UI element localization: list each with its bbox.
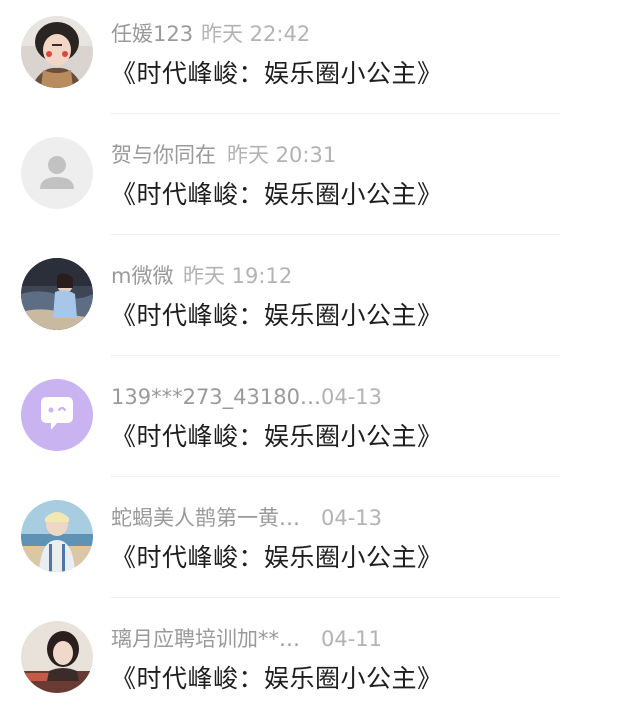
username[interactable]: m微微 bbox=[111, 262, 173, 290]
timestamp: 04-11 bbox=[321, 627, 383, 651]
comment-item[interactable]: 璃月应聘培训加**… 04-11 《时代峰峻：娱乐圈小公主》 bbox=[0, 605, 640, 725]
comment-meta: 蛇蝎美人鹊第一黄… 04-13 bbox=[111, 504, 611, 532]
divider bbox=[111, 234, 560, 235]
comment-content: 《时代峰峻：娱乐圈小公主》 bbox=[111, 59, 443, 88]
photo-beach-figure-icon bbox=[21, 258, 93, 330]
comment-item[interactable]: 贺与你同在 昨天 20:31 《时代峰峻：娱乐圈小公主》 bbox=[0, 121, 640, 241]
comment-content: 《时代峰峻：娱乐圈小公主》 bbox=[111, 301, 443, 330]
user-avatar-icon[interactable] bbox=[21, 379, 93, 451]
timestamp: 04-13 bbox=[321, 385, 383, 409]
comment-item[interactable]: 139***273_43180… 04-13 《时代峰峻：娱乐圈小公主》 bbox=[0, 363, 640, 483]
purple-chat-bubble-icon bbox=[21, 379, 93, 451]
comment-content: 《时代峰峻：娱乐圈小公主》 bbox=[111, 543, 443, 572]
user-avatar-icon[interactable] bbox=[21, 500, 93, 572]
username[interactable]: 蛇蝎美人鹊第一黄… bbox=[111, 504, 300, 532]
comment-content: 《时代峰峻：娱乐圈小公主》 bbox=[111, 422, 443, 451]
comment-content: 《时代峰峻：娱乐圈小公主》 bbox=[111, 664, 443, 693]
comment-item[interactable]: 蛇蝎美人鹊第一黄… 04-13 《时代峰峻：娱乐圈小公主》 bbox=[0, 484, 640, 604]
photo-girl-portrait-icon bbox=[21, 621, 93, 693]
divider bbox=[111, 597, 560, 598]
user-avatar-icon[interactable] bbox=[21, 16, 93, 88]
comment-list: 任媛123 昨天 22:42 《时代峰峻：娱乐圈小公主》 贺与你同在 昨天 20… bbox=[0, 0, 640, 715]
comment-content: 《时代峰峻：娱乐圈小公主》 bbox=[111, 180, 443, 209]
photo-blond-boy-icon bbox=[21, 500, 93, 572]
comment-meta: m微微 昨天 19:12 bbox=[111, 262, 611, 290]
username[interactable]: 139***273_43180… bbox=[111, 383, 321, 411]
timestamp: 昨天 22:42 bbox=[201, 22, 311, 46]
comment-meta: 贺与你同在 昨天 20:31 bbox=[111, 141, 611, 169]
comment-meta: 139***273_43180… 04-13 bbox=[111, 383, 611, 411]
timestamp: 昨天 19:12 bbox=[183, 264, 293, 288]
comment-item[interactable]: m微微 昨天 19:12 《时代峰峻：娱乐圈小公主》 bbox=[0, 242, 640, 362]
divider bbox=[111, 476, 560, 477]
divider bbox=[111, 355, 560, 356]
username[interactable]: 璃月应聘培训加**… bbox=[111, 625, 300, 653]
comment-item[interactable]: 任媛123 昨天 22:42 《时代峰峻：娱乐圈小公主》 bbox=[0, 0, 640, 120]
username[interactable]: 贺与你同在 bbox=[111, 141, 216, 169]
photo-girl-red-cheeks-icon bbox=[21, 16, 93, 88]
divider bbox=[111, 113, 560, 114]
timestamp: 昨天 20:31 bbox=[227, 143, 337, 167]
comment-meta: 璃月应聘培训加**… 04-11 bbox=[111, 625, 611, 653]
comment-meta: 任媛123 昨天 22:42 bbox=[111, 20, 611, 48]
default-user-icon bbox=[21, 137, 93, 209]
timestamp: 04-13 bbox=[321, 506, 383, 530]
user-avatar-icon[interactable] bbox=[21, 258, 93, 330]
user-avatar-icon[interactable] bbox=[21, 621, 93, 693]
username[interactable]: 任媛123 bbox=[111, 20, 193, 48]
user-avatar-icon[interactable] bbox=[21, 137, 93, 209]
